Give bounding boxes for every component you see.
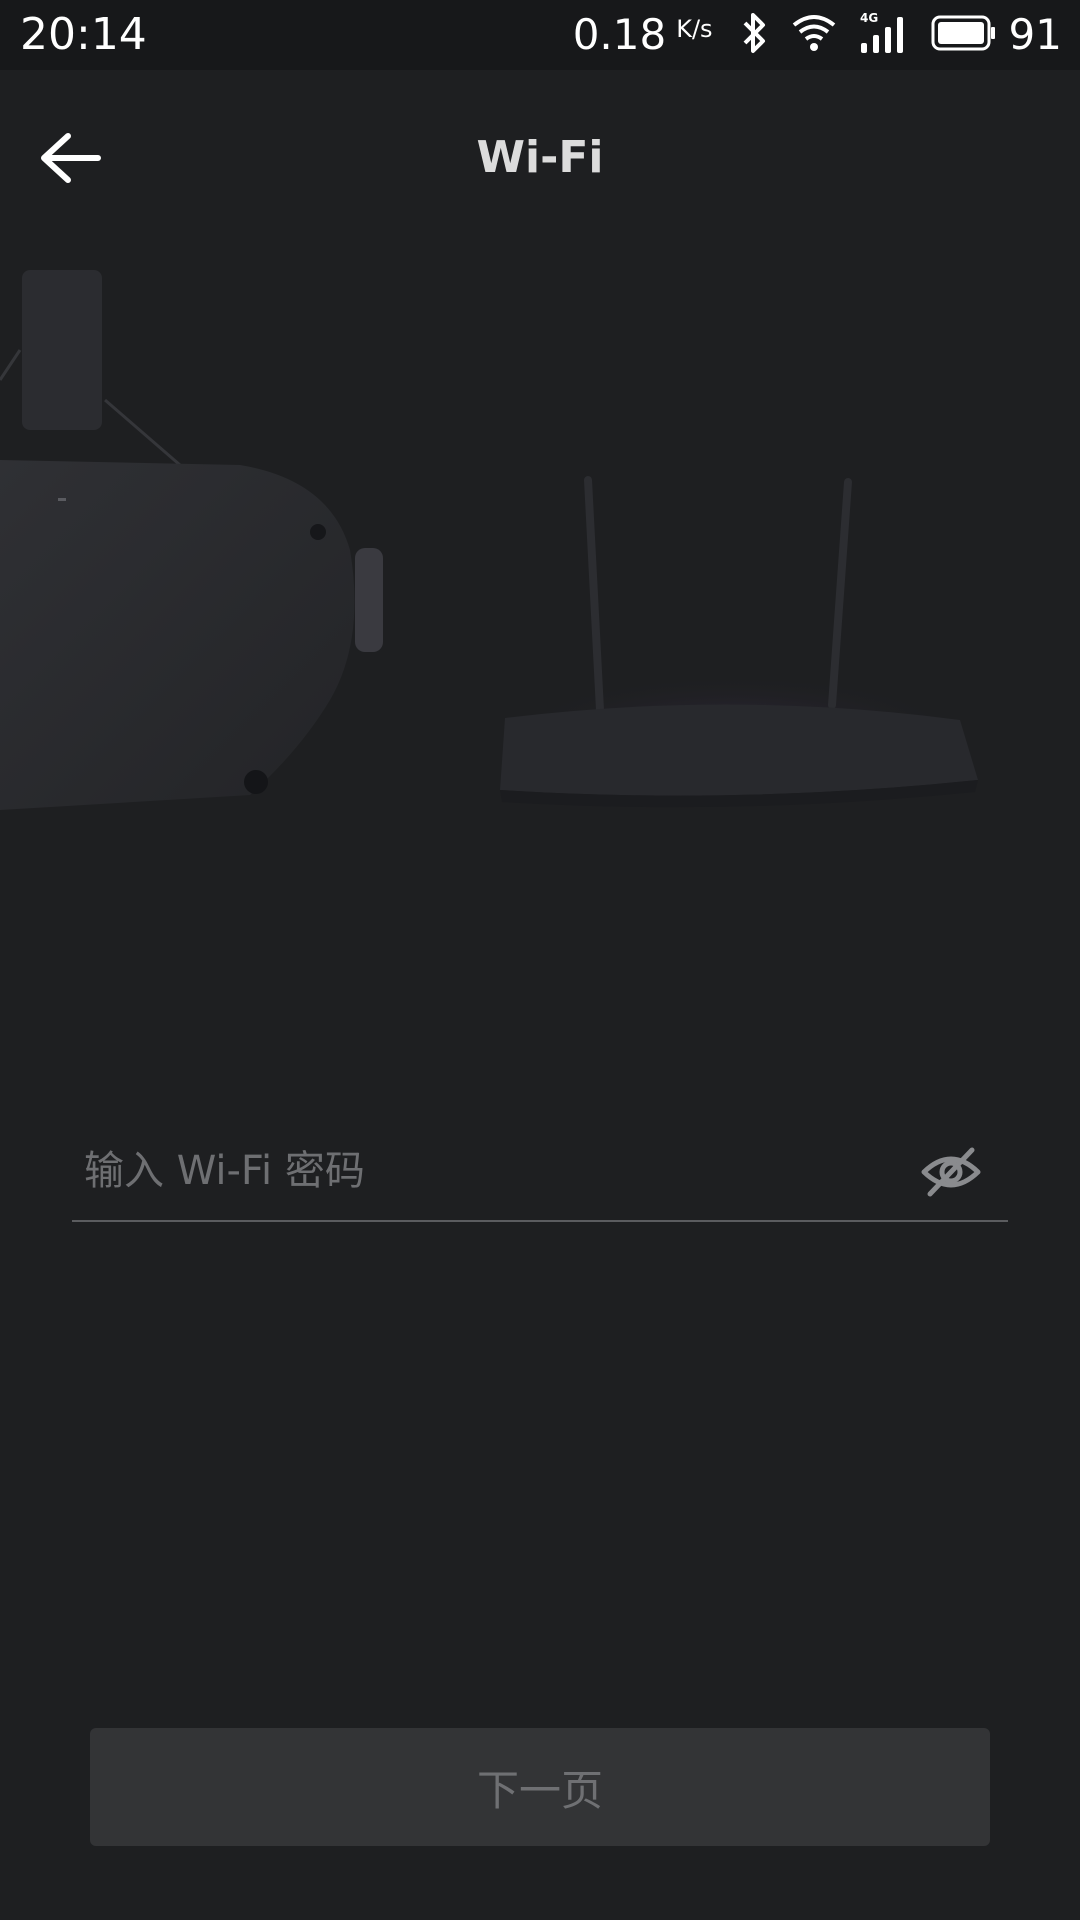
router-image	[500, 476, 978, 808]
status-icons: 0.18 K/s 4G 91	[573, 6, 1062, 64]
battery-percent: 91	[1008, 10, 1062, 59]
cellular-signal-icon: 4G	[859, 11, 909, 59]
next-page-button[interactable]: 下一页	[90, 1728, 990, 1846]
bluetooth-icon	[739, 11, 769, 59]
vr-headset-image	[0, 270, 383, 810]
page-title: Wi-Fi	[476, 132, 604, 183]
status-bar: 20:14 0.18 K/s 4G 91	[0, 0, 1080, 70]
network-type-label: 4G	[860, 11, 878, 25]
password-visibility-toggle[interactable]	[920, 1144, 982, 1200]
status-time: 20:14	[20, 9, 147, 60]
eye-off-icon	[921, 1147, 981, 1197]
headset-router-illustration	[0, 250, 1080, 830]
network-speed: 0.18	[572, 10, 667, 59]
wifi-password-field	[72, 1130, 1008, 1222]
battery-icon	[931, 14, 997, 56]
wifi-setup-screen: 20:14 0.18 K/s 4G 91 Wi-Fi 下一页	[0, 0, 1080, 1920]
network-speed-unit: K/s	[676, 15, 713, 43]
wifi-signal-icon	[791, 13, 837, 57]
header: Wi-Fi	[0, 70, 1080, 245]
wifi-password-input[interactable]	[84, 1138, 884, 1204]
